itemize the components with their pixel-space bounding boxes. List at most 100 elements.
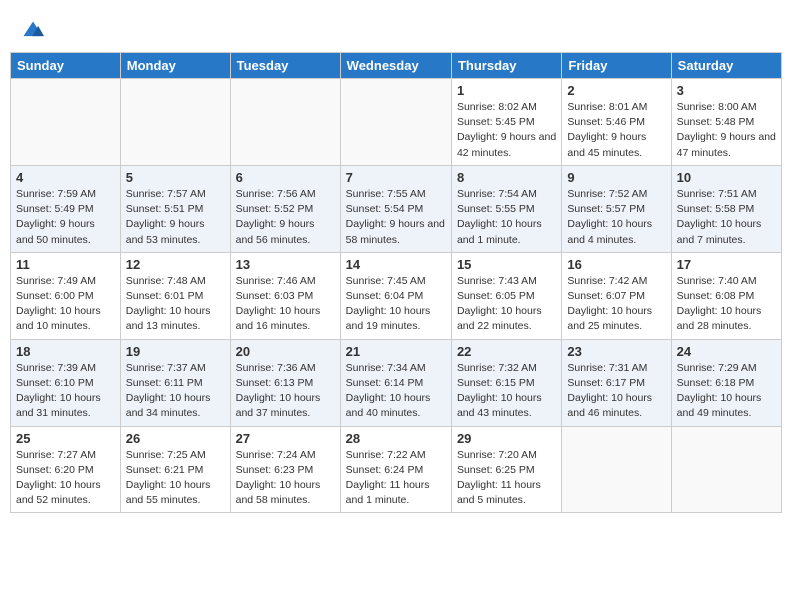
calendar-cell: 11Sunrise: 7:49 AMSunset: 6:00 PMDayligh… xyxy=(11,252,121,339)
day-number: 5 xyxy=(126,170,225,185)
calendar-cell: 19 Sunrise: 7:37 AMSunset: 6:11 PMDayligh… xyxy=(120,339,230,426)
day-number: 19 xyxy=(126,344,225,359)
calendar-cell xyxy=(671,426,781,513)
calendar-cell: 8 Sunrise: 7:54 AMSunset: 5:55 PMDaylight… xyxy=(451,165,561,252)
day-info: Sunrise: 7:40 AMSunset: 6:08 PMDaylight:… xyxy=(677,274,776,335)
day-number: 26 xyxy=(126,431,225,446)
day-info: Sunrise: 7:22 AMSunset: 6:24 PMDaylight:… xyxy=(346,448,446,509)
day-number: 23 xyxy=(567,344,665,359)
calendar-cell: 15 Sunrise: 7:43 AMSunset: 6:05 PMDayligh… xyxy=(451,252,561,339)
calendar-week-row: 25 Sunrise: 7:27 AMSunset: 6:20 PMDayligh… xyxy=(11,426,782,513)
calendar-cell: 27 Sunrise: 7:24 AMSunset: 6:23 PMDayligh… xyxy=(230,426,340,513)
day-info: Sunrise: 7:43 AMSunset: 6:05 PMDaylight:… xyxy=(457,274,556,335)
day-info: Sunrise: 7:51 AMSunset: 5:58 PMDaylight:… xyxy=(677,187,776,248)
calendar-cell: 2 Sunrise: 8:01 AMSunset: 5:46 PMDaylight… xyxy=(562,79,671,166)
day-info: Sunrise: 7:24 AMSunset: 6:23 PMDaylight:… xyxy=(236,448,335,509)
logo-icon xyxy=(22,20,44,42)
day-number: 7 xyxy=(346,170,446,185)
calendar-cell: 9 Sunrise: 7:52 AMSunset: 5:57 PMDaylight… xyxy=(562,165,671,252)
day-info: Sunrise: 7:20 AMSunset: 6:25 PMDaylight:… xyxy=(457,448,556,509)
calendar-cell: 26Sunrise: 7:25 AMSunset: 6:21 PMDayligh… xyxy=(120,426,230,513)
day-number: 8 xyxy=(457,170,556,185)
calendar-cell xyxy=(340,79,451,166)
day-number: 14 xyxy=(346,257,446,272)
calendar-cell: 21 Sunrise: 7:34 AMSunset: 6:14 PMDayligh… xyxy=(340,339,451,426)
logo xyxy=(20,20,44,42)
day-number: 28 xyxy=(346,431,446,446)
day-number: 1 xyxy=(457,83,556,98)
day-info: Sunrise: 7:36 AMSunset: 6:13 PMDaylight:… xyxy=(236,361,335,422)
day-info: Sunrise: 7:52 AMSunset: 5:57 PMDaylight:… xyxy=(567,187,665,248)
day-number: 17 xyxy=(677,257,776,272)
day-number: 21 xyxy=(346,344,446,359)
day-info: Sunrise: 7:39 AMSunset: 6:10 PMDaylight:… xyxy=(16,361,115,422)
day-number: 22 xyxy=(457,344,556,359)
weekday-header: Tuesday xyxy=(230,53,340,79)
calendar-week-row: 18 Sunrise: 7:39 AMSunset: 6:10 PMDayligh… xyxy=(11,339,782,426)
calendar-cell: 22 Sunrise: 7:32 AMSunset: 6:15 PMDayligh… xyxy=(451,339,561,426)
weekday-header: Saturday xyxy=(671,53,781,79)
day-number: 15 xyxy=(457,257,556,272)
day-info: Sunrise: 7:48 AMSunset: 6:01 PMDaylight:… xyxy=(126,274,225,335)
day-info: Sunrise: 7:31 AMSunset: 6:17 PMDaylight:… xyxy=(567,361,665,422)
calendar-table: SundayMondayTuesdayWednesdayThursdayFrid… xyxy=(10,52,782,513)
day-info: Sunrise: 8:02 AMSunset: 5:45 PMDaylight:… xyxy=(457,100,556,161)
calendar-cell: 3 Sunrise: 8:00 AMSunset: 5:48 PMDaylight… xyxy=(671,79,781,166)
calendar-cell xyxy=(562,426,671,513)
calendar-cell: 13Sunrise: 7:46 AMSunset: 6:03 PMDayligh… xyxy=(230,252,340,339)
header xyxy=(10,10,782,47)
day-number: 10 xyxy=(677,170,776,185)
calendar-cell: 12 Sunrise: 7:48 AMSunset: 6:01 PMDayligh… xyxy=(120,252,230,339)
day-info: Sunrise: 7:32 AMSunset: 6:15 PMDaylight:… xyxy=(457,361,556,422)
calendar-cell: 5 Sunrise: 7:57 AMSunset: 5:51 PMDaylight… xyxy=(120,165,230,252)
day-number: 24 xyxy=(677,344,776,359)
day-number: 9 xyxy=(567,170,665,185)
day-info: Sunrise: 7:59 AMSunset: 5:49 PMDaylight:… xyxy=(16,187,115,248)
day-info: Sunrise: 8:00 AMSunset: 5:48 PMDaylight:… xyxy=(677,100,776,161)
day-info: Sunrise: 7:34 AMSunset: 6:14 PMDaylight:… xyxy=(346,361,446,422)
day-number: 18 xyxy=(16,344,115,359)
calendar-week-row: 11Sunrise: 7:49 AMSunset: 6:00 PMDayligh… xyxy=(11,252,782,339)
day-info: Sunrise: 7:56 AMSunset: 5:52 PMDaylight:… xyxy=(236,187,335,248)
calendar-cell: 20 Sunrise: 7:36 AMSunset: 6:13 PMDayligh… xyxy=(230,339,340,426)
day-info: Sunrise: 7:45 AMSunset: 6:04 PMDaylight:… xyxy=(346,274,446,335)
day-number: 2 xyxy=(567,83,665,98)
calendar-cell: 29 Sunrise: 7:20 AMSunset: 6:25 PMDayligh… xyxy=(451,426,561,513)
day-info: Sunrise: 7:55 AMSunset: 5:54 PMDaylight:… xyxy=(346,187,446,248)
calendar-cell: 17 Sunrise: 7:40 AMSunset: 6:08 PMDayligh… xyxy=(671,252,781,339)
day-info: Sunrise: 7:57 AMSunset: 5:51 PMDaylight:… xyxy=(126,187,225,248)
day-info: Sunrise: 7:29 AMSunset: 6:18 PMDaylight:… xyxy=(677,361,776,422)
calendar-week-row: 4 Sunrise: 7:59 AMSunset: 5:49 PMDaylight… xyxy=(11,165,782,252)
weekday-header: Wednesday xyxy=(340,53,451,79)
calendar-cell: 14 Sunrise: 7:45 AMSunset: 6:04 PMDayligh… xyxy=(340,252,451,339)
day-info: Sunrise: 7:27 AMSunset: 6:20 PMDaylight:… xyxy=(16,448,115,509)
calendar-cell: 4 Sunrise: 7:59 AMSunset: 5:49 PMDaylight… xyxy=(11,165,121,252)
calendar-cell: 25 Sunrise: 7:27 AMSunset: 6:20 PMDayligh… xyxy=(11,426,121,513)
calendar-cell: 7 Sunrise: 7:55 AMSunset: 5:54 PMDaylight… xyxy=(340,165,451,252)
weekday-header: Monday xyxy=(120,53,230,79)
day-info: Sunrise: 7:54 AMSunset: 5:55 PMDaylight:… xyxy=(457,187,556,248)
calendar-cell xyxy=(11,79,121,166)
calendar-cell: 16Sunrise: 7:42 AMSunset: 6:07 PMDayligh… xyxy=(562,252,671,339)
calendar-cell xyxy=(230,79,340,166)
calendar-cell: 18 Sunrise: 7:39 AMSunset: 6:10 PMDayligh… xyxy=(11,339,121,426)
day-number: 29 xyxy=(457,431,556,446)
calendar-cell xyxy=(120,79,230,166)
weekday-header: Friday xyxy=(562,53,671,79)
day-number: 12 xyxy=(126,257,225,272)
day-number: 4 xyxy=(16,170,115,185)
day-number: 16 xyxy=(567,257,665,272)
day-number: 25 xyxy=(16,431,115,446)
calendar-cell: 28 Sunrise: 7:22 AMSunset: 6:24 PMDayligh… xyxy=(340,426,451,513)
day-number: 6 xyxy=(236,170,335,185)
weekday-header: Sunday xyxy=(11,53,121,79)
weekday-header: Thursday xyxy=(451,53,561,79)
day-info: Sunrise: 7:37 AMSunset: 6:11 PMDaylight:… xyxy=(126,361,225,422)
calendar-cell: 6 Sunrise: 7:56 AMSunset: 5:52 PMDaylight… xyxy=(230,165,340,252)
day-number: 3 xyxy=(677,83,776,98)
day-number: 27 xyxy=(236,431,335,446)
day-number: 20 xyxy=(236,344,335,359)
calendar-cell: 23 Sunrise: 7:31 AMSunset: 6:17 PMDayligh… xyxy=(562,339,671,426)
day-info: Sunrise: 8:01 AMSunset: 5:46 PMDaylight:… xyxy=(567,100,665,161)
day-info: Sunrise: 7:49 AMSunset: 6:00 PMDaylight:… xyxy=(16,274,115,335)
